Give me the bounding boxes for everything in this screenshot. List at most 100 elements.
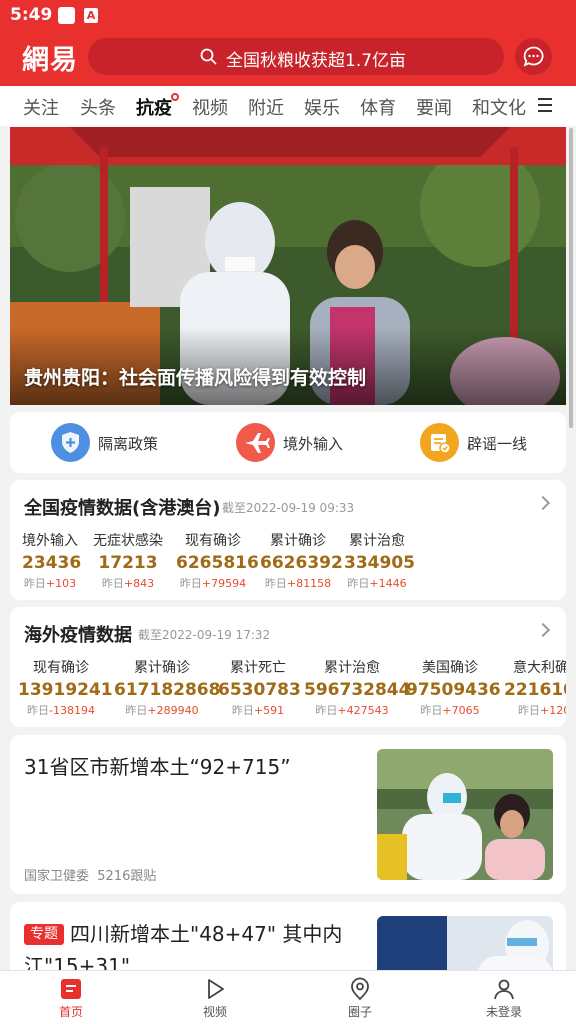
quick-link-label: 隔离政策	[98, 435, 159, 453]
stat-value: 596732844	[304, 680, 411, 700]
nav-label: 首页	[58, 1005, 83, 1019]
stat-value: 334905	[344, 553, 415, 573]
news-item[interactable]: 31省区市新增本土“92+715” 国家卫健委 5216跟贴	[10, 735, 566, 894]
stat-value: 17213	[98, 553, 158, 573]
stat-delta: 昨日+427543	[304, 702, 400, 718]
stat-delta-prefix: 昨日	[125, 704, 148, 717]
notification-icon	[58, 7, 75, 24]
stat-delta-value: +103	[45, 577, 77, 590]
chat-icon	[523, 46, 544, 67]
app-notification-icon: A	[84, 8, 98, 23]
stat-delta-value: +289940	[147, 704, 199, 717]
nav-video[interactable]: 视频	[175, 977, 255, 1020]
location-icon	[351, 977, 369, 1001]
new-badge-dot	[171, 93, 179, 101]
stat-label: 累计确诊	[270, 533, 326, 549]
status-time: 5:49	[10, 5, 53, 25]
tab-headlines[interactable]: 头条	[80, 94, 116, 120]
news-follow-count: 5216跟贴	[97, 869, 157, 884]
stat-value: 13919241	[18, 680, 113, 700]
stat-asymptomatic: 无症状感染 17213 昨日+843	[92, 530, 164, 591]
stat-delta: 昨日+103	[22, 575, 78, 591]
stat-overseas-deaths: 累计死亡 6530783 昨日+591	[218, 657, 301, 718]
chevron-right-icon[interactable]	[535, 622, 551, 638]
stat-delta-prefix: 昨日	[179, 577, 202, 590]
stat-delta-prefix: 昨日	[420, 704, 443, 717]
stat-delta-value: +427543	[337, 704, 389, 717]
chevron-right-icon[interactable]	[535, 495, 551, 511]
card-title: 全国疫情数据(含港澳台)	[24, 498, 221, 519]
news-headline: 31省区市新增本土“92+715”	[24, 755, 291, 779]
hero-caption: 贵州贵阳：社会面传播风险得到有效控制	[24, 367, 367, 389]
stat-label: 累计治愈	[349, 533, 405, 549]
stat-overseas-total-confirmed: 累计确诊 617182868 昨日+289940	[114, 657, 220, 718]
tab-video[interactable]: 视频	[192, 94, 228, 120]
stat-delta: 昨日+81158	[260, 575, 336, 591]
stat-delta-value: +79594	[201, 577, 247, 590]
stat-total-confirmed: 累计确诊 6626392 昨日+81158	[260, 530, 343, 591]
nav-home[interactable]: 首页	[31, 977, 111, 1020]
hero-banner[interactable]: 贵州贵阳：社会面传播风险得到有效控制	[10, 127, 566, 405]
stat-value: 23436	[22, 553, 82, 573]
stat-delta: 昨日+1208	[518, 702, 566, 718]
card-title: 海外疫情数据	[24, 625, 132, 646]
tab-entertainment[interactable]: 娱乐	[304, 94, 340, 120]
nav-account[interactable]: 未登录	[464, 977, 544, 1020]
tab-sports[interactable]: 体育	[360, 94, 396, 120]
stat-delta-prefix: 昨日	[518, 704, 540, 717]
tab-important-news[interactable]: 要闻	[416, 94, 452, 120]
stat-delta: 昨日+7065	[406, 702, 494, 718]
stat-label: 意大利确	[513, 660, 566, 676]
nav-label: 圈子	[347, 1005, 372, 1019]
news-source: 国家卫健委	[24, 869, 90, 884]
stat-label: 累计确诊	[134, 660, 190, 676]
stat-label: 美国确诊	[422, 660, 478, 676]
nav-label: 未登录	[485, 1005, 522, 1019]
search-bar[interactable]: 全国秋粮收获超1.7亿亩	[88, 38, 504, 75]
news-thumbnail-image	[377, 749, 553, 880]
stat-label: 现有确诊	[33, 660, 89, 676]
quick-link-label: 辟谣一线	[467, 435, 528, 453]
stat-delta-value: +1208	[540, 704, 566, 717]
domestic-epidemic-card[interactable]: 全国疫情数据(含港澳台) 截至2022-09-19 09:33 境外输入 234…	[10, 480, 566, 600]
menu-icon[interactable]	[538, 98, 552, 112]
tab-nearby[interactable]: 附近	[248, 94, 284, 120]
stat-delta: 昨日+289940	[114, 702, 210, 718]
stat-value: 6626392	[260, 553, 343, 573]
app-logo[interactable]: 網易	[22, 38, 78, 77]
search-hot-text: 全国秋粮收获超1.7亿亩	[226, 51, 407, 71]
stat-current-confirmed: 现有确诊 6265816 昨日+79594	[176, 530, 259, 591]
stat-delta-value: -138194	[49, 704, 95, 717]
tab-follow[interactable]: 关注	[23, 94, 59, 120]
stat-label: 现有确诊	[185, 533, 241, 549]
message-button[interactable]	[515, 38, 552, 75]
stat-delta-prefix: 昨日	[264, 577, 287, 590]
stat-delta-prefix: 昨日	[315, 704, 338, 717]
tab-anti-epidemic[interactable]: 抗疫	[136, 93, 179, 120]
stat-delta-prefix: 昨日	[231, 704, 254, 717]
stat-overseas-recovered: 累计治愈 596732844 昨日+427543	[304, 657, 411, 718]
overseas-epidemic-card[interactable]: 海外疫情数据 截至2022-09-19 17:32 现有确诊 13919241 …	[10, 607, 566, 727]
nav-circle[interactable]: 圈子	[320, 977, 400, 1020]
shield-icon	[51, 423, 90, 462]
tab-label: 抗疫	[136, 98, 172, 119]
stat-delta-value: +1446	[369, 577, 407, 590]
status-bar: 5:49 A	[0, 0, 576, 30]
scrollbar[interactable]	[569, 128, 573, 428]
stat-delta: 昨日+1446	[344, 575, 410, 591]
tab-culture[interactable]: 和文化	[472, 94, 526, 120]
quick-link-label: 境外输入	[283, 435, 344, 453]
stat-delta-value: +591	[253, 704, 285, 717]
stat-delta-value: +81158	[286, 577, 332, 590]
airplane-icon	[236, 423, 275, 462]
stat-delta-prefix: 昨日	[23, 577, 46, 590]
stat-total-recovered: 累计治愈 334905 昨日+1446	[344, 530, 415, 591]
stat-value: 6265816	[176, 553, 259, 573]
topic-badge: 专题	[24, 924, 64, 945]
rumor-check-icon	[420, 423, 459, 462]
stat-value: 6530783	[218, 680, 301, 700]
stat-delta-prefix: 昨日	[347, 577, 370, 590]
stat-delta: 昨日+843	[92, 575, 164, 591]
news-thumbnail	[377, 749, 553, 880]
stat-delta: 昨日-138194	[18, 702, 104, 718]
